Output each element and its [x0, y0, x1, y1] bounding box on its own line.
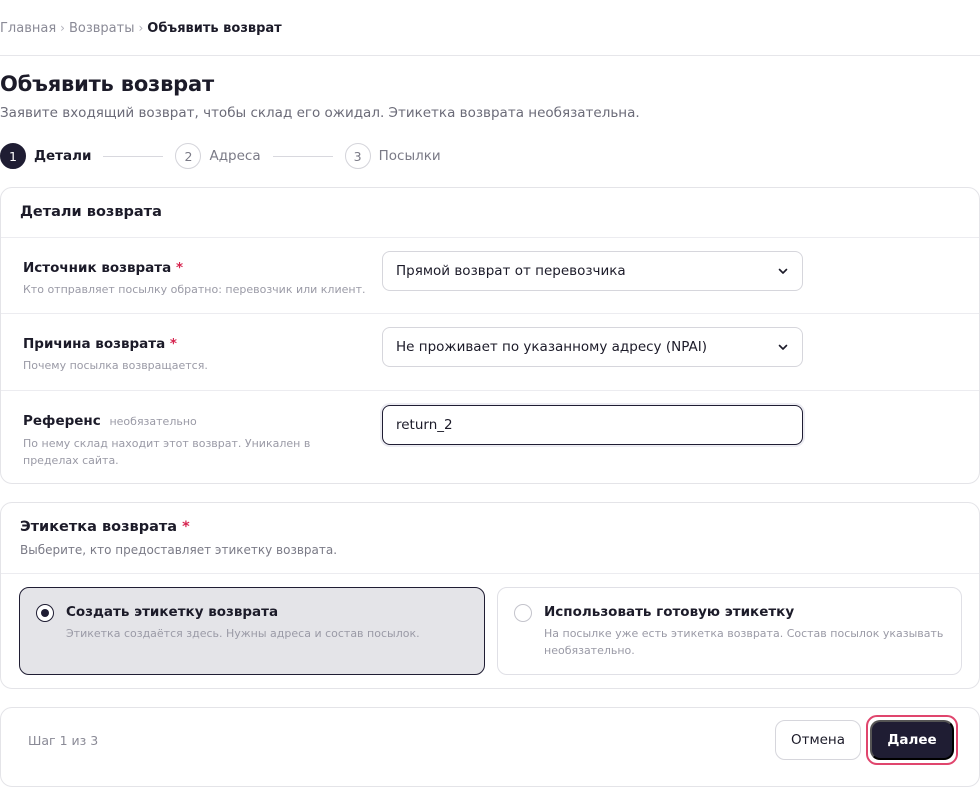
- reference-row: Референс необязательно По нему склад нах…: [1, 391, 979, 484]
- return-label-subtitle: Выберите, кто предоставляет этикетку воз…: [20, 543, 338, 557]
- option-description: Этикетка создаётся здесь. Нужны адреса и…: [66, 627, 420, 640]
- reference-input[interactable]: return_2: [382, 405, 803, 445]
- option-title: Создать этикетку возврата: [66, 604, 279, 620]
- chevron-down-icon: [777, 341, 789, 353]
- step-number: 2: [175, 143, 202, 169]
- step-addresses[interactable]: 2 Адреса: [175, 143, 261, 169]
- step-number: 1: [0, 143, 26, 169]
- option-title: Использовать готовую этикетку: [544, 604, 795, 620]
- reference-label-text: Референс: [23, 413, 101, 429]
- step-connector: [272, 155, 333, 157]
- breadcrumb-returns[interactable]: Возвраты: [69, 21, 135, 36]
- breadcrumb-home[interactable]: Главная: [0, 21, 56, 36]
- return-reason-label: Причина возврата *: [23, 336, 177, 352]
- step-label: Адреса: [209, 148, 261, 164]
- header-divider: [0, 55, 980, 56]
- return-label-title: Этикетка возврата *: [20, 519, 190, 535]
- page-subtitle: Заявите входящий возврат, чтобы склад ег…: [0, 105, 640, 121]
- return-reason-label-text: Причина возврата: [23, 336, 166, 352]
- optional-hint: необязательно: [109, 415, 197, 428]
- return-source-select[interactable]: Прямой возврат от перевозчика: [382, 251, 803, 291]
- option-existing-label[interactable]: Использовать готовую этикетку На посылке…: [497, 587, 962, 675]
- return-label-card: Этикетка возврата * Выберите, кто предос…: [0, 502, 980, 689]
- return-source-help: Кто отправляет посылку обратно: перевозч…: [23, 283, 366, 296]
- reference-label: Референс необязательно: [23, 413, 197, 429]
- next-button[interactable]: Далее: [870, 720, 954, 760]
- breadcrumb: Главная › Возвраты › Объявить возврат: [0, 18, 282, 38]
- required-mark: *: [175, 260, 183, 276]
- option-create-label[interactable]: Создать этикетку возврата Этикетка созда…: [19, 587, 485, 675]
- required-mark: *: [182, 519, 190, 535]
- return-details-card: Детали возврата Источник возврата * Кто …: [0, 187, 980, 484]
- stepper: 1 Детали 2 Адреса 3 Посылки: [0, 143, 441, 169]
- step-number: 3: [344, 143, 371, 169]
- card-divider: [1, 573, 979, 574]
- required-mark: *: [169, 336, 177, 352]
- reference-help: По нему склад находит этот возврат. Уник…: [23, 437, 311, 467]
- return-source-value: Прямой возврат от перевозчика: [396, 263, 626, 279]
- step-details[interactable]: 1 Детали: [0, 143, 91, 169]
- return-label-title-text: Этикетка возврата: [20, 519, 178, 535]
- chevron-down-icon: [777, 265, 789, 277]
- return-reason-value: Не проживает по указанному адресу (NPAI): [396, 339, 707, 355]
- step-label: Посылки: [378, 148, 441, 164]
- breadcrumb-current: Объявить возврат: [147, 20, 282, 36]
- step-connector: [103, 155, 164, 157]
- return-reason-select[interactable]: Не проживает по указанному адресу (NPAI): [382, 327, 803, 367]
- reference-value: return_2: [396, 417, 453, 433]
- radio-unchecked-icon[interactable]: [514, 604, 532, 622]
- return-source-label-text: Источник возврата: [23, 260, 172, 276]
- step-parcels[interactable]: 3 Посылки: [344, 143, 441, 169]
- return-reason-row: Причина возврата * Почему посылка возвра…: [1, 314, 979, 391]
- return-source-row: Источник возврата * Кто отправляет посыл…: [1, 238, 979, 314]
- form-footer: Шаг 1 из 3 Отмена Далее: [0, 707, 980, 787]
- step-counter: Шаг 1 из 3: [28, 733, 99, 748]
- option-description: На посылке уже есть этикетка возврата. С…: [544, 627, 944, 657]
- step-label: Детали: [34, 148, 92, 164]
- return-source-label: Источник возврата *: [23, 260, 183, 276]
- return-details-title: Детали возврата: [20, 204, 162, 220]
- cancel-button[interactable]: Отмена: [775, 720, 861, 760]
- page-title: Объявить возврат: [0, 72, 214, 96]
- breadcrumb-separator: ›: [138, 21, 144, 35]
- radio-checked-icon[interactable]: [36, 604, 54, 622]
- breadcrumb-separator: ›: [60, 21, 65, 35]
- return-reason-help: Почему посылка возвращается.: [23, 359, 208, 372]
